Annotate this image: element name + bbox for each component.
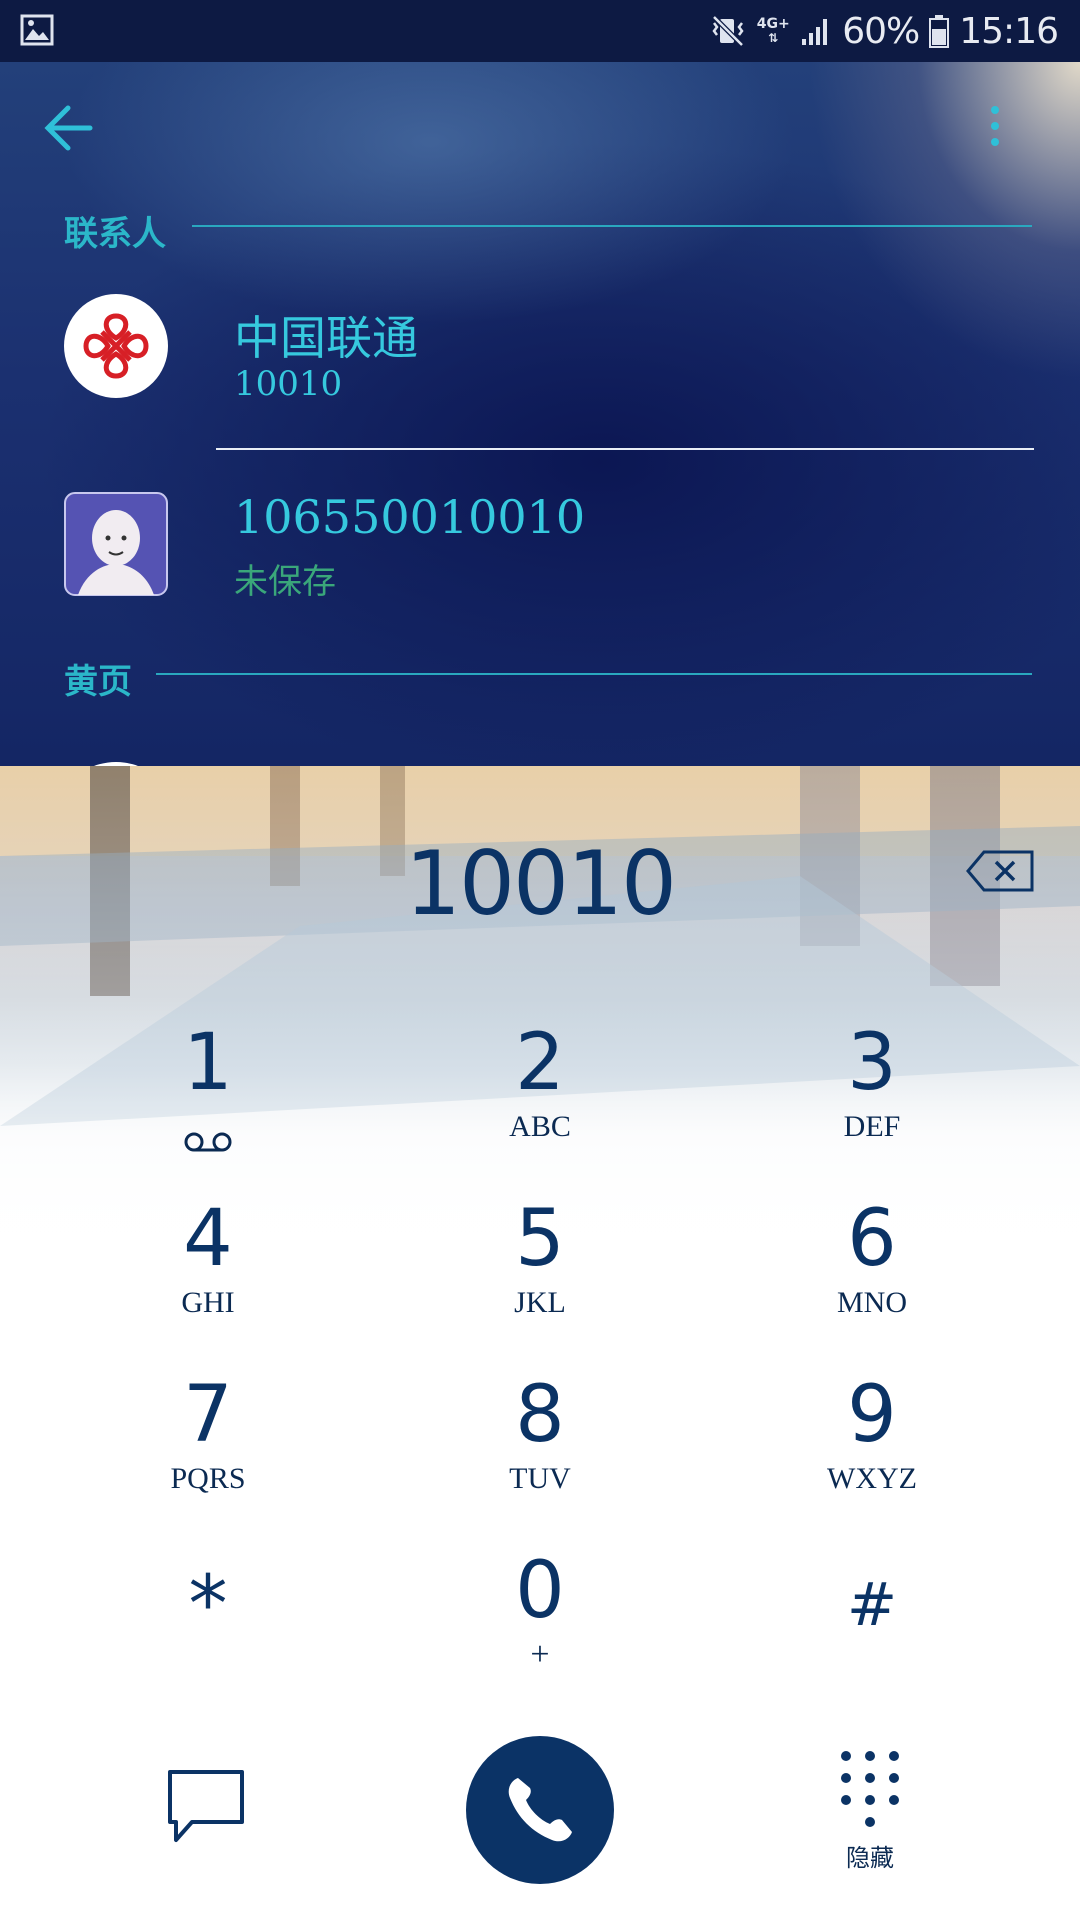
backspace-icon[interactable] [966, 848, 1036, 894]
more-options-icon[interactable] [975, 98, 1015, 158]
hide-dialpad-button[interactable]: 隐藏 [830, 1746, 910, 1876]
call-button[interactable] [466, 1736, 614, 1884]
key-8[interactable]: 8 TUV [390, 1370, 690, 1520]
key-letters: PQRS [170, 1462, 246, 1495]
key-digit: 5 [515, 1194, 565, 1284]
contact-name: 106550010010 [234, 490, 586, 544]
key-digit: 9 [847, 1370, 897, 1460]
key-digit: 3 [847, 1018, 897, 1108]
key-6[interactable]: 6 MNO [722, 1194, 1022, 1344]
key-digit: * [188, 1560, 228, 1650]
key-digit: 8 [515, 1370, 565, 1460]
data-arrows-icon: ⇅ [768, 31, 779, 45]
china-unicom-avatar [64, 294, 168, 398]
dialpad-grid-icon [841, 1751, 899, 1827]
battery-percent: 60% [842, 10, 920, 52]
key-3[interactable]: 3 DEF [722, 1018, 1022, 1168]
default-person-avatar [64, 492, 168, 596]
yellow-pages-row-partial[interactable] [60, 752, 1060, 766]
key-letters: + [530, 1636, 550, 1673]
key-9[interactable]: 9 WXYZ [722, 1370, 1022, 1520]
contact-number: 10010 [234, 364, 343, 404]
status-bar: 4G+ ⇅ 60% 15:16 [0, 0, 1080, 62]
key-hash[interactable]: # [722, 1546, 1022, 1696]
key-7[interactable]: 7 PQRS [58, 1370, 358, 1520]
dialpad-panel: 10010 1 2 ABC 3 DEF 4 GHI 5 JKL 6 MNO 7 … [0, 766, 1080, 1920]
key-1[interactable]: 1 [58, 1018, 358, 1168]
key-star[interactable]: * [58, 1546, 358, 1696]
key-digit: 0 [515, 1546, 565, 1636]
key-letters: MNO [836, 1286, 907, 1319]
hide-label: 隐藏 [846, 1844, 894, 1872]
dialed-number-display[interactable]: 10010 [0, 832, 1080, 935]
battery-icon [929, 15, 950, 48]
key-digit: 4 [183, 1194, 233, 1284]
section-header-yellow-pages: 黄页 [64, 662, 132, 702]
phone-icon [508, 1778, 572, 1842]
key-digit: 7 [183, 1370, 233, 1460]
key-2[interactable]: 2 ABC [390, 1018, 690, 1168]
message-icon[interactable] [166, 1766, 246, 1846]
row-divider [216, 448, 1034, 450]
key-digit: 1 [183, 1018, 233, 1108]
contacts-results-panel: 联系人 中国联通 10010 106550010010 未保存 黄页 [0, 62, 1080, 766]
mute-vibrate-icon [712, 15, 745, 47]
key-letters: DEF [843, 1110, 901, 1143]
contact-row[interactable]: 中国联通 10010 [0, 292, 1080, 442]
voicemail-icon [184, 1132, 232, 1152]
contact-name: 中国联通 [234, 311, 418, 365]
key-letters: GHI [181, 1286, 235, 1319]
network-type-indicator: 4G+ ⇅ [756, 17, 790, 45]
section-divider [192, 225, 1032, 227]
key-5[interactable]: 5 JKL [390, 1194, 690, 1344]
contact-status-unsaved: 未保存 [234, 562, 336, 602]
key-letters: TUV [509, 1462, 571, 1495]
network-type-label: 4G+ [756, 16, 790, 32]
key-digit: 6 [847, 1194, 897, 1284]
dialer-screen: 4G+ ⇅ 60% 15:16 联系人 中国联通 10010 106550010… [0, 0, 1080, 1920]
key-letters: ABC [509, 1110, 571, 1143]
contact-row[interactable]: 106550010010 未保存 [0, 480, 1080, 630]
signal-icon [802, 19, 828, 45]
key-digit: 2 [515, 1018, 565, 1108]
key-0[interactable]: 0 + [390, 1546, 690, 1696]
section-divider [156, 673, 1032, 675]
gallery-notification-icon [20, 14, 54, 46]
section-header-contacts: 联系人 [64, 214, 166, 254]
key-4[interactable]: 4 GHI [58, 1194, 358, 1344]
key-digit: # [846, 1570, 898, 1640]
key-letters: JKL [514, 1286, 566, 1319]
key-letters: WXYZ [827, 1462, 917, 1495]
back-arrow-icon[interactable] [40, 98, 110, 158]
clock: 15:16 [959, 10, 1059, 52]
